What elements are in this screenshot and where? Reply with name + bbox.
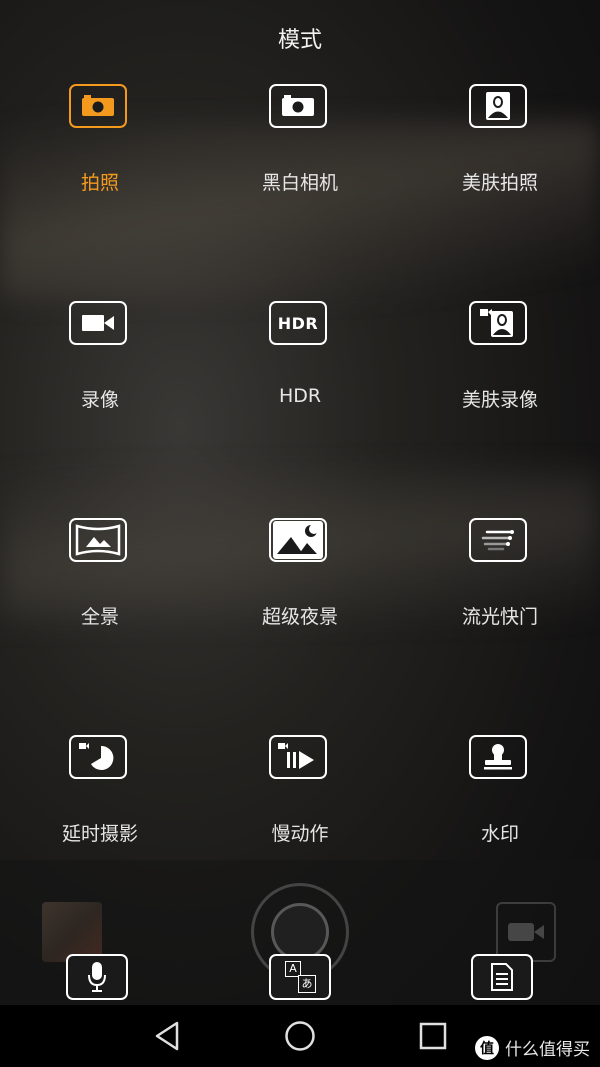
mode-beauty-video[interactable]: 美肤录像 [400, 301, 600, 421]
mode-label: 水印 [480, 823, 519, 845]
watermark-logo: 值 [475, 1035, 499, 1060]
mode-label: 拍照 [80, 172, 119, 194]
translate-button[interactable]: A あ [269, 954, 331, 1000]
mode-watermark[interactable]: 水印 [400, 735, 600, 855]
mode-video[interactable]: 录像 [0, 301, 200, 421]
mode-label: 美肤拍照 [461, 172, 538, 194]
document-icon [491, 963, 513, 991]
shutter-button-inner [271, 903, 329, 961]
watermark-stamp-icon [469, 735, 527, 779]
mode-label: 慢动作 [271, 823, 329, 845]
timelapse-icon [69, 735, 127, 779]
bw-camera-icon [269, 84, 327, 128]
recents-icon [419, 1022, 447, 1050]
panorama-icon [69, 518, 127, 562]
beauty-portrait-icon [469, 84, 527, 128]
recents-button[interactable] [416, 1019, 450, 1053]
mode-label: HDR [278, 385, 322, 407]
slow-motion-icon [269, 735, 327, 779]
voice-control-button[interactable] [66, 954, 128, 1000]
home-icon [285, 1021, 315, 1051]
home-button[interactable] [283, 1019, 317, 1053]
mode-light-painting[interactable]: 流光快门 [400, 518, 600, 638]
document-button[interactable] [471, 954, 533, 1000]
video-icon [69, 301, 127, 345]
mode-label: 延时摄影 [61, 823, 138, 845]
mode-hdr[interactable]: HDR HDR [200, 301, 400, 421]
mode-label: 流光快门 [461, 606, 538, 628]
watermark-text: 什么值得买 [505, 1040, 590, 1060]
translate-icon: A あ [283, 960, 317, 994]
video-switch-button[interactable] [496, 902, 556, 962]
page-title: 模式 [277, 28, 322, 53]
back-button[interactable] [150, 1019, 184, 1053]
mode-label: 美肤录像 [461, 389, 538, 411]
mode-photo[interactable]: 拍照 [0, 84, 200, 204]
back-icon [155, 1021, 179, 1051]
mode-label: 录像 [80, 389, 119, 411]
translate-glyph-a-kana: あ [298, 975, 316, 993]
mode-label: 黑白相机 [261, 172, 338, 194]
mode-bw-camera[interactable]: 黑白相机 [200, 84, 400, 204]
mode-beauty-photo[interactable]: 美肤拍照 [400, 84, 600, 204]
beauty-video-icon [469, 301, 527, 345]
mode-timelapse[interactable]: 延时摄影 [0, 735, 200, 855]
night-scene-icon [269, 518, 327, 562]
camera-icon [69, 84, 127, 128]
hdr-icon: HDR [269, 301, 327, 345]
gallery-thumbnail[interactable] [42, 902, 102, 962]
mode-label: 全景 [80, 606, 119, 628]
video-icon [508, 923, 544, 941]
site-watermark: 值 什么值得买 [475, 1035, 590, 1060]
mode-night-scene[interactable]: 超级夜景 [200, 518, 400, 638]
mode-slow-motion[interactable]: 慢动作 [200, 735, 400, 855]
light-painting-icon [469, 518, 527, 562]
mode-panorama[interactable]: 全景 [0, 518, 200, 638]
mode-label: 超级夜景 [261, 606, 338, 628]
microphone-icon [88, 962, 106, 992]
